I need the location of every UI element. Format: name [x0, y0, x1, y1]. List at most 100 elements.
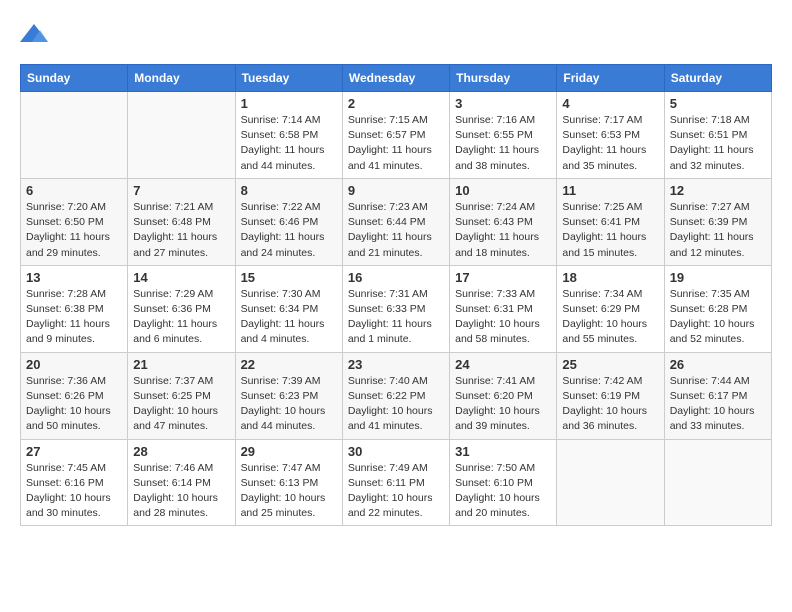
calendar-cell: 13 Sunrise: 7:28 AMSunset: 6:38 PMDayligh…: [21, 265, 128, 352]
day-number: 7: [133, 183, 229, 198]
week-row-1: 1Sunrise: 7:14 AMSunset: 6:58 PMDaylight…: [21, 92, 772, 179]
day-info: Sunrise: 7:50 AMSunset: 6:10 PMDaylight:…: [455, 461, 551, 522]
day-number: 19: [670, 270, 766, 285]
calendar-body: 1Sunrise: 7:14 AMSunset: 6:58 PMDaylight…: [21, 92, 772, 526]
day-number: 26: [670, 357, 766, 372]
calendar-cell: 14 Sunrise: 7:29 AMSunset: 6:36 PMDayligh…: [128, 265, 235, 352]
calendar-cell: 1Sunrise: 7:14 AMSunset: 6:58 PMDaylight…: [235, 92, 342, 179]
calendar-cell: 29 Sunrise: 7:47 AMSunset: 6:13 PMDayligh…: [235, 439, 342, 526]
day-number: 15: [241, 270, 337, 285]
calendar-cell: 16 Sunrise: 7:31 AMSunset: 6:33 PMDayligh…: [342, 265, 449, 352]
day-number: 5: [670, 96, 766, 111]
day-info: Sunrise: 7:17 AMSunset: 6:53 PMDaylight:…: [562, 113, 658, 174]
calendar-cell: 12Sunrise: 7:27 AMSunset: 6:39 PMDayligh…: [664, 178, 771, 265]
day-info: Sunrise: 7:15 AMSunset: 6:57 PMDaylight:…: [348, 113, 444, 174]
day-info: Sunrise: 7:21 AMSunset: 6:48 PMDaylight:…: [133, 200, 229, 261]
calendar-cell: 6 Sunrise: 7:20 AMSunset: 6:50 PMDaylight…: [21, 178, 128, 265]
calendar-cell: 30 Sunrise: 7:49 AMSunset: 6:11 PMDayligh…: [342, 439, 449, 526]
calendar-cell: 25 Sunrise: 7:42 AMSunset: 6:19 PMDayligh…: [557, 352, 664, 439]
day-number: 17: [455, 270, 551, 285]
calendar-cell: 4Sunrise: 7:17 AMSunset: 6:53 PMDaylight…: [557, 92, 664, 179]
calendar: SundayMondayTuesdayWednesdayThursdayFrid…: [20, 64, 772, 526]
header: [20, 20, 772, 48]
day-info: Sunrise: 7:31 AMSunset: 6:33 PMDaylight:…: [348, 287, 444, 348]
day-info: Sunrise: 7:33 AMSunset: 6:31 PMDaylight:…: [455, 287, 551, 348]
day-info: Sunrise: 7:27 AMSunset: 6:39 PMDaylight:…: [670, 200, 766, 261]
day-info: Sunrise: 7:37 AMSunset: 6:25 PMDaylight:…: [133, 374, 229, 435]
calendar-header: SundayMondayTuesdayWednesdayThursdayFrid…: [21, 65, 772, 92]
week-row-5: 27 Sunrise: 7:45 AMSunset: 6:16 PMDayligh…: [21, 439, 772, 526]
calendar-cell: 17 Sunrise: 7:33 AMSunset: 6:31 PMDayligh…: [450, 265, 557, 352]
day-info: Sunrise: 7:46 AMSunset: 6:14 PMDaylight:…: [133, 461, 229, 522]
weekday-header-sunday: Sunday: [21, 65, 128, 92]
week-row-4: 20 Sunrise: 7:36 AMSunset: 6:26 PMDayligh…: [21, 352, 772, 439]
weekday-header-friday: Friday: [557, 65, 664, 92]
day-number: 31: [455, 444, 551, 459]
day-number: 3: [455, 96, 551, 111]
day-number: 9: [348, 183, 444, 198]
logo-icon: [20, 20, 48, 48]
day-info: Sunrise: 7:30 AMSunset: 6:34 PMDaylight:…: [241, 287, 337, 348]
day-number: 14: [133, 270, 229, 285]
day-number: 27: [26, 444, 122, 459]
calendar-cell: [557, 439, 664, 526]
day-number: 10: [455, 183, 551, 198]
calendar-cell: 11Sunrise: 7:25 AMSunset: 6:41 PMDayligh…: [557, 178, 664, 265]
day-number: 25: [562, 357, 658, 372]
weekday-header-saturday: Saturday: [664, 65, 771, 92]
calendar-cell: [128, 92, 235, 179]
day-info: Sunrise: 7:49 AMSunset: 6:11 PMDaylight:…: [348, 461, 444, 522]
day-info: Sunrise: 7:44 AMSunset: 6:17 PMDaylight:…: [670, 374, 766, 435]
weekday-header-wednesday: Wednesday: [342, 65, 449, 92]
calendar-cell: 23Sunrise: 7:40 AMSunset: 6:22 PMDayligh…: [342, 352, 449, 439]
day-info: Sunrise: 7:47 AMSunset: 6:13 PMDaylight:…: [241, 461, 337, 522]
day-info: Sunrise: 7:42 AMSunset: 6:19 PMDaylight:…: [562, 374, 658, 435]
day-number: 30: [348, 444, 444, 459]
calendar-cell: 19 Sunrise: 7:35 AMSunset: 6:28 PMDayligh…: [664, 265, 771, 352]
calendar-cell: [664, 439, 771, 526]
day-number: 6: [26, 183, 122, 198]
day-number: 8: [241, 183, 337, 198]
day-info: Sunrise: 7:23 AMSunset: 6:44 PMDaylight:…: [348, 200, 444, 261]
day-info: Sunrise: 7:35 AMSunset: 6:28 PMDaylight:…: [670, 287, 766, 348]
day-info: Sunrise: 7:34 AMSunset: 6:29 PMDaylight:…: [562, 287, 658, 348]
weekday-header-monday: Monday: [128, 65, 235, 92]
day-number: 18: [562, 270, 658, 285]
logo: [20, 20, 52, 48]
day-info: Sunrise: 7:45 AMSunset: 6:16 PMDaylight:…: [26, 461, 122, 522]
day-number: 11: [562, 183, 658, 198]
calendar-cell: 10Sunrise: 7:24 AMSunset: 6:43 PMDayligh…: [450, 178, 557, 265]
day-info: Sunrise: 7:39 AMSunset: 6:23 PMDaylight:…: [241, 374, 337, 435]
day-info: Sunrise: 7:20 AMSunset: 6:50 PMDaylight:…: [26, 200, 122, 261]
calendar-cell: 5Sunrise: 7:18 AMSunset: 6:51 PMDaylight…: [664, 92, 771, 179]
weekday-header-thursday: Thursday: [450, 65, 557, 92]
calendar-cell: 2 Sunrise: 7:15 AMSunset: 6:57 PMDaylight…: [342, 92, 449, 179]
day-info: Sunrise: 7:14 AMSunset: 6:58 PMDaylight:…: [241, 113, 337, 174]
day-info: Sunrise: 7:28 AMSunset: 6:38 PMDaylight:…: [26, 287, 122, 348]
day-info: Sunrise: 7:29 AMSunset: 6:36 PMDaylight:…: [133, 287, 229, 348]
day-number: 24: [455, 357, 551, 372]
day-info: Sunrise: 7:41 AMSunset: 6:20 PMDaylight:…: [455, 374, 551, 435]
weekday-row: SundayMondayTuesdayWednesdayThursdayFrid…: [21, 65, 772, 92]
day-number: 20: [26, 357, 122, 372]
calendar-cell: 9 Sunrise: 7:23 AMSunset: 6:44 PMDaylight…: [342, 178, 449, 265]
day-number: 29: [241, 444, 337, 459]
day-info: Sunrise: 7:22 AMSunset: 6:46 PMDaylight:…: [241, 200, 337, 261]
calendar-cell: 18 Sunrise: 7:34 AMSunset: 6:29 PMDayligh…: [557, 265, 664, 352]
day-number: 21: [133, 357, 229, 372]
day-number: 2: [348, 96, 444, 111]
weekday-header-tuesday: Tuesday: [235, 65, 342, 92]
day-number: 13: [26, 270, 122, 285]
week-row-2: 6 Sunrise: 7:20 AMSunset: 6:50 PMDaylight…: [21, 178, 772, 265]
calendar-cell: 20 Sunrise: 7:36 AMSunset: 6:26 PMDayligh…: [21, 352, 128, 439]
calendar-cell: [21, 92, 128, 179]
day-info: Sunrise: 7:40 AMSunset: 6:22 PMDaylight:…: [348, 374, 444, 435]
week-row-3: 13 Sunrise: 7:28 AMSunset: 6:38 PMDayligh…: [21, 265, 772, 352]
day-number: 16: [348, 270, 444, 285]
day-number: 22: [241, 357, 337, 372]
calendar-cell: 27 Sunrise: 7:45 AMSunset: 6:16 PMDayligh…: [21, 439, 128, 526]
calendar-cell: 26 Sunrise: 7:44 AMSunset: 6:17 PMDayligh…: [664, 352, 771, 439]
calendar-cell: 15 Sunrise: 7:30 AMSunset: 6:34 PMDayligh…: [235, 265, 342, 352]
calendar-cell: 22 Sunrise: 7:39 AMSunset: 6:23 PMDayligh…: [235, 352, 342, 439]
day-info: Sunrise: 7:36 AMSunset: 6:26 PMDaylight:…: [26, 374, 122, 435]
